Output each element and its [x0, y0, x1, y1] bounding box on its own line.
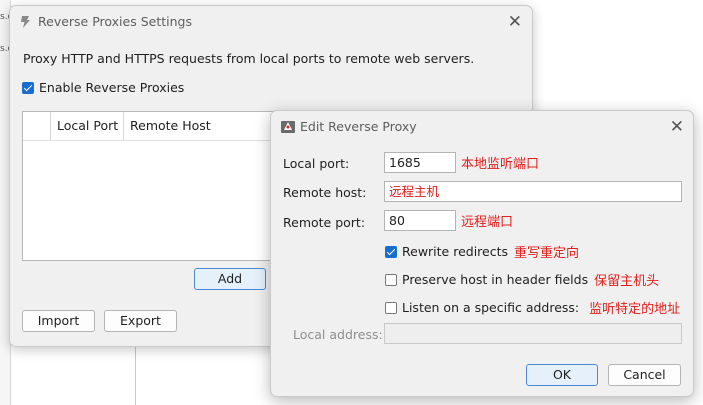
remote-port-annotation: 远程端口	[461, 215, 514, 230]
titlebar: Reverse Proxies Settings ✕	[10, 6, 532, 38]
dialog-title: Edit Reverse Proxy	[300, 119, 417, 134]
listen-specific-address-checkbox[interactable]: Listen on a specific address: 监听特定的地址	[385, 298, 680, 317]
rewrite-redirects-annotation: 重写重定向	[514, 246, 580, 261]
rewrite-redirects-checkbox[interactable]: Rewrite redirects 重写重定向	[385, 242, 579, 261]
listen-specific-address-annotation: 监听特定的地址	[589, 302, 681, 317]
checkbox-checked-icon[interactable]	[22, 81, 34, 94]
rewrite-redirects-label: Rewrite redirects	[402, 244, 509, 259]
preserve-host-checkbox[interactable]: Preserve host in header fields 保留主机头	[385, 270, 659, 289]
add-button[interactable]: Add	[194, 268, 266, 290]
remote-port-field[interactable]: 80	[384, 210, 456, 231]
close-icon[interactable]: ✕	[670, 117, 684, 137]
ok-button[interactable]: OK	[526, 364, 598, 386]
local-address-label: Local address:	[293, 327, 383, 342]
local-port-field[interactable]: 1685	[384, 152, 456, 173]
remote-port-label: Remote port:	[283, 215, 366, 230]
enable-reverse-proxies-label: Enable Reverse Proxies	[39, 80, 185, 95]
description-text: Proxy HTTP and HTTPS requests from local…	[23, 51, 475, 66]
background-divider	[135, 340, 136, 405]
charles-app-icon	[21, 16, 30, 28]
checkbox-checked-icon[interactable]	[385, 245, 397, 258]
cancel-button[interactable]: Cancel	[608, 364, 681, 386]
listen-specific-address-label: Listen on a specific address:	[402, 300, 580, 315]
remote-host-label: Remote host:	[283, 185, 367, 200]
checkbox-unchecked-icon[interactable]	[385, 301, 397, 314]
column-header-local-port[interactable]: Local Port	[51, 112, 124, 140]
edit-reverse-proxy-dialog: Edit Reverse Proxy ✕ Local port: 1685 本地…	[270, 110, 694, 397]
checkbox-unchecked-icon[interactable]	[385, 273, 397, 286]
import-button[interactable]: Import	[22, 310, 95, 332]
local-port-label: Local port:	[283, 156, 350, 171]
window-title: Reverse Proxies Settings	[38, 14, 192, 29]
enable-reverse-proxies-checkbox[interactable]: Enable Reverse Proxies	[22, 80, 184, 95]
charles-app-icon	[281, 121, 295, 133]
preserve-host-annotation: 保留主机头	[594, 274, 660, 289]
local-address-field[interactable]	[384, 323, 682, 344]
column-header-select[interactable]	[23, 112, 51, 140]
titlebar: Edit Reverse Proxy ✕	[271, 111, 693, 143]
remote-host-field[interactable]: 远程主机	[384, 181, 682, 202]
preserve-host-label: Preserve host in header fields	[402, 272, 589, 287]
local-port-annotation: 本地监听端口	[461, 157, 540, 172]
close-icon[interactable]: ✕	[508, 12, 522, 32]
column-header-remote-host[interactable]: Remote Host	[124, 112, 274, 140]
export-button[interactable]: Export	[104, 310, 177, 332]
